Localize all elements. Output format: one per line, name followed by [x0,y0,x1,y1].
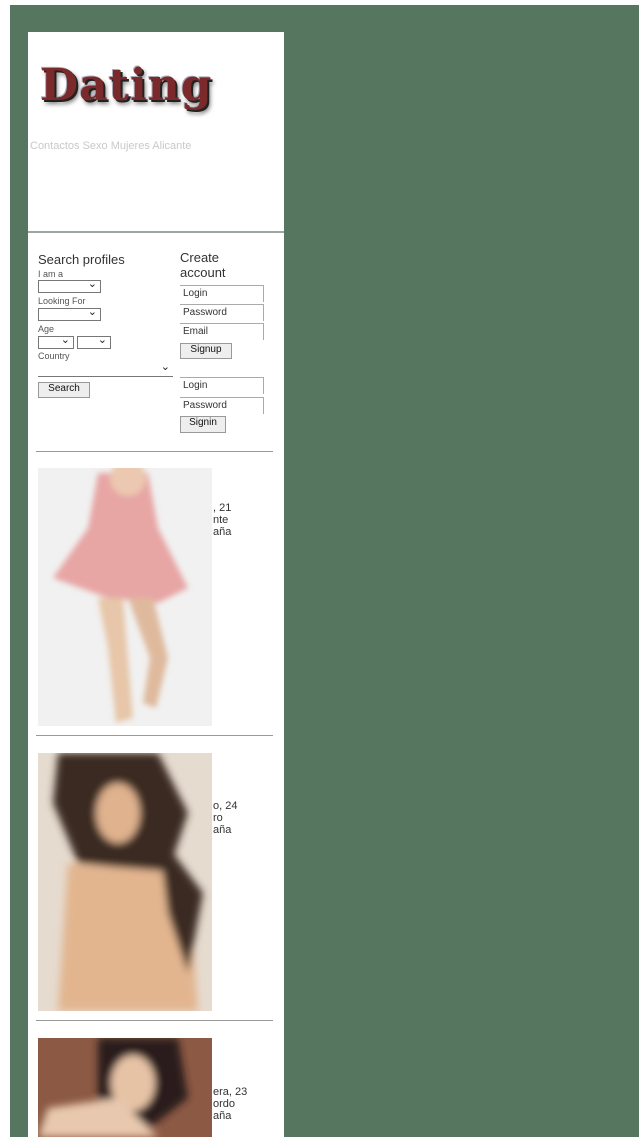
section-divider [36,451,273,452]
profile-caption: , 21 nte aña [213,502,232,538]
search-profiles-title: Search profiles [38,252,125,267]
looking-for-label: Looking For [38,296,86,306]
age-label: Age [38,324,55,334]
signup-email-field[interactable]: Email [180,323,264,340]
country-select[interactable] [38,360,173,377]
signin-button[interactable]: Signin [180,416,226,433]
profile-photo[interactable] [38,468,212,726]
signin-login-field[interactable]: Login [180,377,264,394]
create-account-title: Create account [180,250,226,280]
signup-button[interactable]: Signup [180,343,232,359]
search-button[interactable]: Search [38,382,90,398]
header-divider [28,231,284,233]
i-am-select[interactable] [38,277,101,293]
site-logo[interactable]: Dating [40,60,212,111]
profile-caption: era, 23 ordo aña [213,1086,248,1122]
profile-photo[interactable] [38,753,212,1011]
section-divider [36,1020,273,1021]
profile-photo[interactable] [38,1038,212,1137]
age-from-select[interactable] [38,333,74,349]
signup-login-field[interactable]: Login [180,285,264,302]
signup-password-field[interactable]: Password [180,304,264,321]
section-divider [36,735,273,736]
country-label: Country [38,351,70,361]
age-to-select[interactable] [77,333,111,349]
profile-caption: o, 24 ro aña [213,800,238,836]
signin-password-field[interactable]: Password [180,397,264,414]
i-am-label: I am a [38,269,64,279]
site-tagline-link[interactable]: Contactos Sexo Mujeres Alicante [30,140,280,152]
looking-for-select[interactable] [38,305,101,321]
